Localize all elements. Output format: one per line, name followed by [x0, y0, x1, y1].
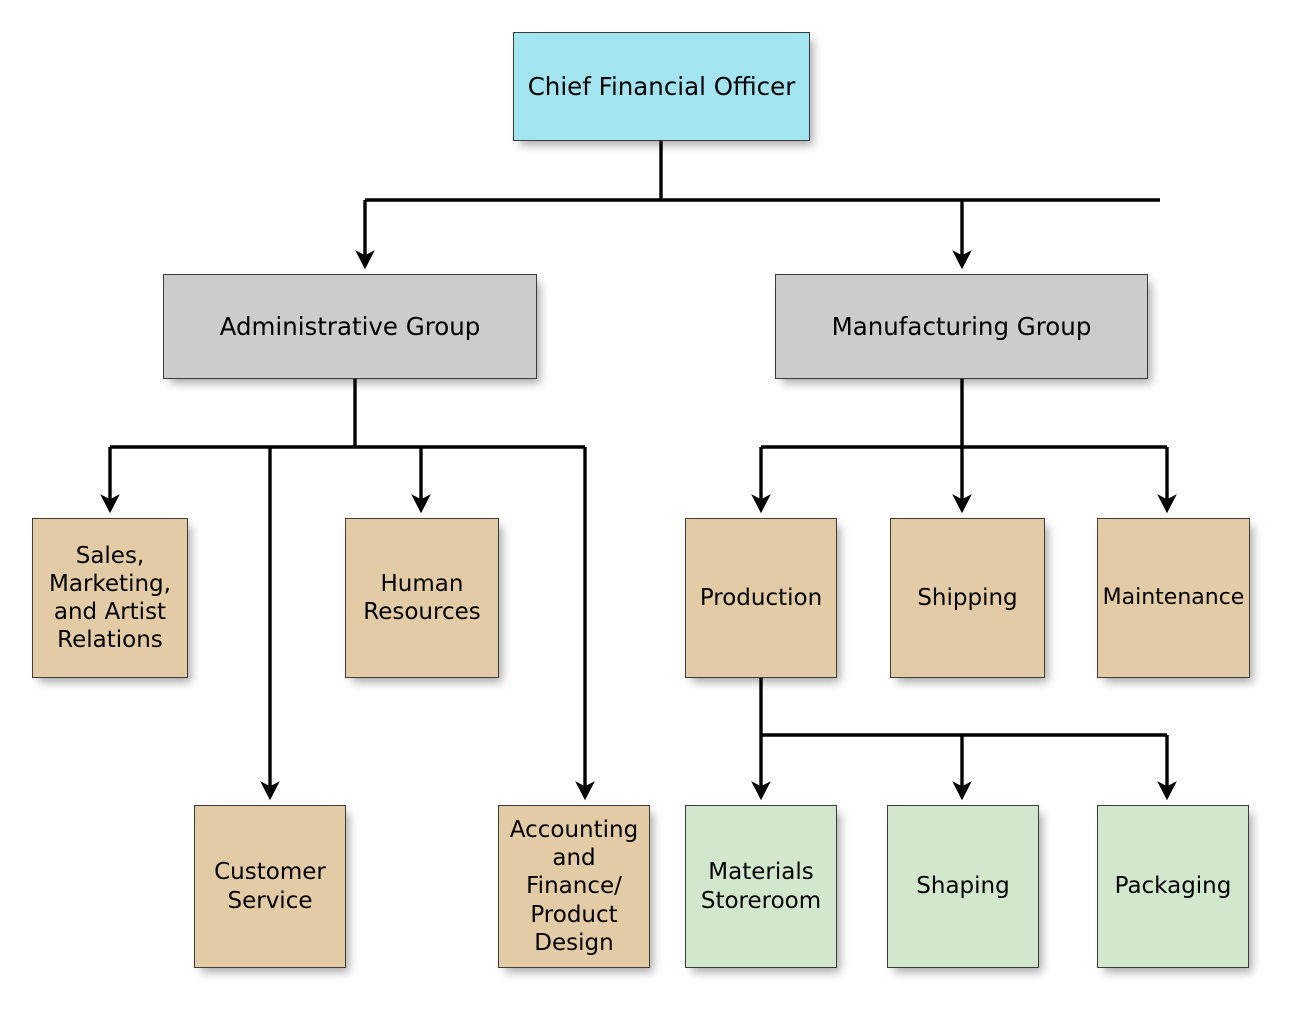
- node-label-manufacturing-group: Manufacturing Group: [831, 311, 1092, 341]
- node-shaping[interactable]: Shaping: [887, 805, 1039, 968]
- node-packaging[interactable]: Packaging: [1097, 805, 1249, 968]
- node-materials-storeroom[interactable]: Materials Storeroom: [685, 805, 837, 968]
- node-human-resources[interactable]: Human Resources: [345, 518, 499, 678]
- node-manufacturing-group[interactable]: Manufacturing Group: [775, 274, 1148, 379]
- node-label-chief-financial-officer: Chief Financial Officer: [527, 71, 796, 101]
- node-sales-marketing-artist-relations[interactable]: Sales, Marketing, and Artist Relations: [32, 518, 188, 678]
- node-label-sales-marketing-artist-relations: Sales, Marketing, and Artist Relations: [49, 542, 171, 654]
- node-label-materials-storeroom: Materials Storeroom: [700, 859, 822, 914]
- node-label-maintenance: Maintenance: [1102, 584, 1245, 610]
- node-administrative-group[interactable]: Administrative Group: [163, 274, 537, 379]
- node-accounting-finance-product-design[interactable]: Accounting and Finance/ Product Design: [498, 805, 650, 968]
- node-label-customer-service: Customer Service: [214, 859, 326, 914]
- node-label-accounting-finance-product-design: Accounting and Finance/ Product Design: [509, 817, 639, 956]
- node-shipping[interactable]: Shipping: [890, 518, 1045, 678]
- node-customer-service[interactable]: Customer Service: [194, 805, 346, 968]
- node-label-shipping: Shipping: [917, 584, 1018, 611]
- node-maintenance[interactable]: Maintenance: [1097, 518, 1250, 678]
- node-label-human-resources: Human Resources: [363, 570, 481, 625]
- node-label-administrative-group: Administrative Group: [219, 311, 481, 341]
- node-label-shaping: Shaping: [916, 873, 1010, 900]
- org-chart-canvas: Chief Financial Officer Administrative G…: [0, 0, 1300, 1019]
- node-chief-financial-officer[interactable]: Chief Financial Officer: [513, 32, 810, 141]
- node-label-production: Production: [699, 584, 823, 611]
- node-production[interactable]: Production: [685, 518, 837, 678]
- node-label-packaging: Packaging: [1114, 873, 1232, 900]
